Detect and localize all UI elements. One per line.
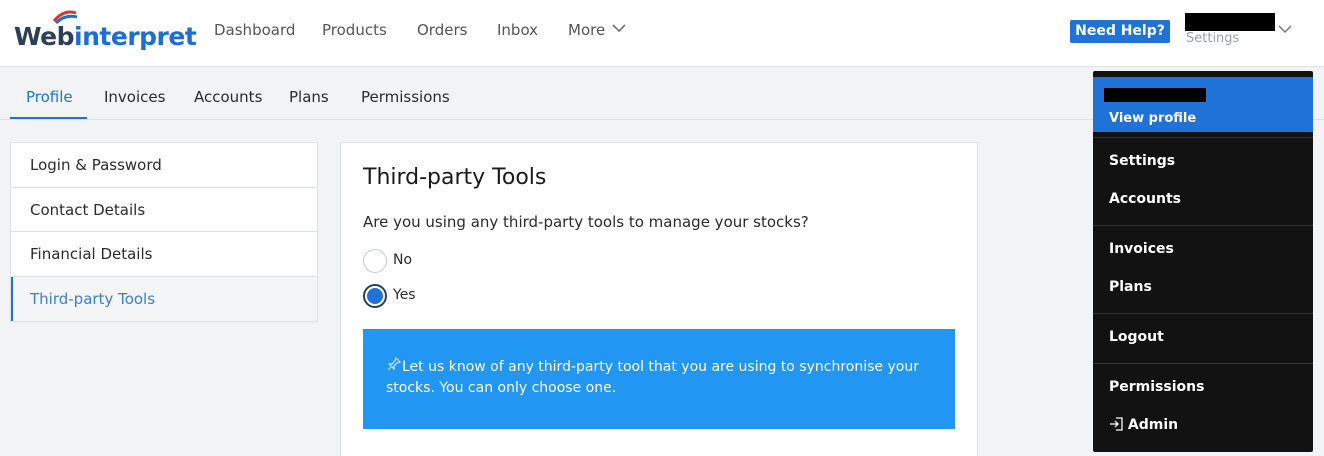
dropdown-item-invoices[interactable]: Invoices <box>1109 241 1174 257</box>
info-banner: Let us know of any third-party tool that… <box>363 329 955 429</box>
radio-no[interactable] <box>363 249 387 273</box>
tab-accounts[interactable]: Accounts <box>194 88 262 106</box>
dropdown-profile-header[interactable]: View profile <box>1093 77 1313 132</box>
tab-invoices[interactable]: Invoices <box>104 88 165 106</box>
radio-yes[interactable] <box>363 284 387 308</box>
dropdown-divider <box>1093 363 1313 364</box>
pin-icon <box>387 357 401 371</box>
top-header: Webinterpret Dashboard Products Orders I… <box>0 0 1324 67</box>
chevron-down-icon[interactable] <box>612 22 626 34</box>
stock-tools-question: Are you using any third-party tools to m… <box>363 213 809 231</box>
dropdown-item-plans[interactable]: Plans <box>1109 279 1152 295</box>
dropdown-item-accounts[interactable]: Accounts <box>1109 191 1181 207</box>
brand-logo-part1: Web <box>14 22 75 51</box>
sidebar-item-financial-details[interactable]: Financial Details <box>11 232 317 277</box>
info-banner-text: Let us know of any third-party tool that… <box>386 359 919 396</box>
view-profile-link[interactable]: View profile <box>1109 111 1196 126</box>
page-title: Third-party Tools <box>363 165 547 190</box>
dropdown-divider <box>1093 225 1313 226</box>
user-dropdown-menu: View profile Settings Accounts Invoices … <box>1093 71 1313 452</box>
nav-orders[interactable]: Orders <box>417 21 467 39</box>
user-name-redacted[interactable] <box>1185 13 1275 31</box>
active-tab-indicator <box>10 117 87 119</box>
need-help-button[interactable]: Need Help? <box>1070 20 1170 43</box>
third-party-tools-card: Third-party Tools Are you using any thir… <box>340 142 978 456</box>
sidebar-item-third-party-tools[interactable]: Third-party Tools <box>11 276 317 321</box>
user-menu-chevron-icon[interactable] <box>1278 24 1292 34</box>
nav-products[interactable]: Products <box>322 21 387 39</box>
radio-yes-label[interactable]: Yes <box>393 287 416 303</box>
dropdown-item-settings[interactable]: Settings <box>1109 153 1175 169</box>
dropdown-item-admin[interactable]: Admin <box>1109 417 1178 433</box>
sidebar-item-contact-details[interactable]: Contact Details <box>11 188 317 232</box>
brand-logo[interactable]: Webinterpret <box>14 22 197 51</box>
tab-permissions[interactable]: Permissions <box>361 88 450 106</box>
radio-no-label[interactable]: No <box>393 252 412 268</box>
tab-plans[interactable]: Plans <box>289 88 329 106</box>
nav-inbox[interactable]: Inbox <box>497 21 538 39</box>
tab-profile[interactable]: Profile <box>26 88 73 106</box>
nav-dashboard[interactable]: Dashboard <box>214 21 295 39</box>
sign-in-icon <box>1110 417 1123 431</box>
dropdown-item-admin-label: Admin <box>1127 417 1179 433</box>
profile-sidebar: Login & Password Contact Details Financi… <box>10 142 318 322</box>
dropdown-item-permissions[interactable]: Permissions <box>1109 379 1204 395</box>
nav-more[interactable]: More <box>568 21 605 39</box>
sidebar-item-login-password[interactable]: Login & Password <box>11 143 317 188</box>
user-settings-label[interactable]: Settings <box>1186 31 1239 46</box>
dropdown-user-name-redacted <box>1104 88 1206 102</box>
dropdown-item-logout[interactable]: Logout <box>1109 329 1164 345</box>
brand-logo-part2: interpret <box>74 22 197 51</box>
dropdown-divider <box>1093 313 1313 314</box>
dropdown-divider <box>1093 137 1313 138</box>
